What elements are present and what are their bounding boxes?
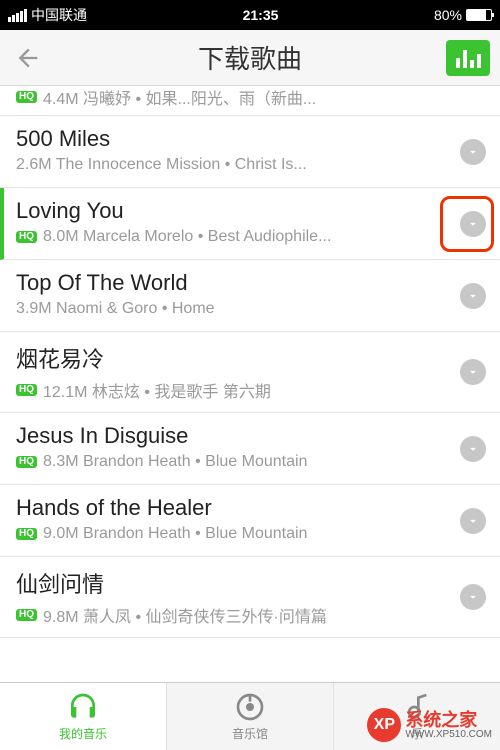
tab-more[interactable]: 乐 bbox=[334, 683, 500, 750]
headphones-icon bbox=[67, 691, 99, 723]
expand-button[interactable] bbox=[460, 584, 486, 610]
hq-badge: HQ bbox=[16, 456, 37, 468]
tab-label: 乐 bbox=[411, 725, 423, 742]
list-item[interactable]: 烟花易冷 HQ12.1M 林志炫 • 我是歌手 第六期 bbox=[0, 332, 500, 413]
status-bar: 中国联通 21:35 80% bbox=[0, 0, 500, 30]
expand-button[interactable] bbox=[460, 211, 486, 237]
list-item[interactable]: 500 Miles 2.6M The Innocence Mission • Ch… bbox=[0, 116, 500, 188]
chevron-down-icon bbox=[466, 217, 480, 231]
list-item[interactable]: HQ 4.4M 冯曦妤 • 如果...阳光、雨（新曲... bbox=[0, 86, 500, 116]
song-title: 仙剑问情 bbox=[16, 567, 440, 599]
list-item[interactable]: Top Of The World 3.9M Naomi & Goro • Home bbox=[0, 260, 500, 332]
tab-bar: 我的音乐 音乐馆 乐 bbox=[0, 682, 500, 750]
chevron-down-icon bbox=[466, 590, 480, 604]
song-subtitle: HQ12.1M 林志炫 • 我是歌手 第六期 bbox=[16, 378, 440, 402]
music-note-icon bbox=[401, 691, 433, 723]
song-list: HQ 4.4M 冯曦妤 • 如果...阳光、雨（新曲... 500 Miles 2… bbox=[0, 86, 500, 682]
expand-button[interactable] bbox=[460, 508, 486, 534]
song-title: Hands of the Healer bbox=[16, 495, 440, 521]
hq-badge: HQ bbox=[16, 384, 37, 396]
song-title: Top Of The World bbox=[16, 270, 440, 296]
expand-button[interactable] bbox=[460, 436, 486, 462]
tab-my-music[interactable]: 我的音乐 bbox=[0, 683, 167, 750]
list-item[interactable]: 仙剑问情 HQ9.8M 萧人凤 • 仙剑奇侠传三外传·问情篇 bbox=[0, 557, 500, 638]
chevron-down-icon bbox=[466, 145, 480, 159]
expand-button[interactable] bbox=[460, 283, 486, 309]
song-subtitle: 3.9M Naomi & Goro • Home bbox=[16, 300, 440, 318]
chevron-down-icon bbox=[466, 365, 480, 379]
carrier-label: 中国联通 bbox=[31, 5, 87, 25]
tab-label: 音乐馆 bbox=[232, 725, 268, 742]
page-title: 下载歌曲 bbox=[0, 39, 500, 76]
expand-button[interactable] bbox=[460, 139, 486, 165]
song-subtitle: HQ9.0M Brandon Heath • Blue Mountain bbox=[16, 525, 440, 543]
battery-icon bbox=[466, 9, 492, 21]
equalizer-button[interactable] bbox=[446, 40, 490, 76]
app-header: 下载歌曲 bbox=[0, 30, 500, 86]
expand-button[interactable] bbox=[460, 359, 486, 385]
tab-label: 我的音乐 bbox=[59, 725, 107, 742]
radio-icon bbox=[234, 691, 266, 723]
list-item[interactable]: Loving You HQ8.0M Marcela Morelo • Best A… bbox=[0, 188, 500, 260]
song-title: Jesus In Disguise bbox=[16, 423, 440, 449]
hq-badge: HQ bbox=[16, 528, 37, 540]
list-item[interactable]: Jesus In Disguise HQ8.3M Brandon Heath • … bbox=[0, 413, 500, 485]
song-title: 500 Miles bbox=[16, 126, 440, 152]
song-subtitle: HQ8.0M Marcela Morelo • Best Audiophile.… bbox=[16, 228, 440, 246]
back-button[interactable] bbox=[10, 40, 46, 76]
signal-icon bbox=[8, 9, 27, 22]
chevron-down-icon bbox=[466, 289, 480, 303]
song-title: 烟花易冷 bbox=[16, 342, 440, 374]
list-item[interactable]: Hands of the Healer HQ9.0M Brandon Heath … bbox=[0, 485, 500, 557]
song-subtitle: HQ9.8M 萧人凤 • 仙剑奇侠传三外传·问情篇 bbox=[16, 603, 440, 627]
battery-pct-label: 80% bbox=[434, 7, 462, 23]
clock-label: 21:35 bbox=[87, 7, 434, 23]
hq-badge: HQ bbox=[16, 91, 37, 103]
song-subtitle: HQ8.3M Brandon Heath • Blue Mountain bbox=[16, 453, 440, 471]
chevron-down-icon bbox=[466, 514, 480, 528]
song-subtitle: 2.6M The Innocence Mission • Christ Is..… bbox=[16, 156, 440, 174]
song-subtitle: 4.4M 冯曦妤 • 如果...阳光、雨（新曲... bbox=[43, 86, 316, 109]
tab-music-hall[interactable]: 音乐馆 bbox=[167, 683, 334, 750]
hq-badge: HQ bbox=[16, 231, 37, 243]
hq-badge: HQ bbox=[16, 609, 37, 621]
arrow-left-icon bbox=[14, 44, 42, 72]
chevron-down-icon bbox=[466, 442, 480, 456]
song-title: Loving You bbox=[16, 198, 440, 224]
